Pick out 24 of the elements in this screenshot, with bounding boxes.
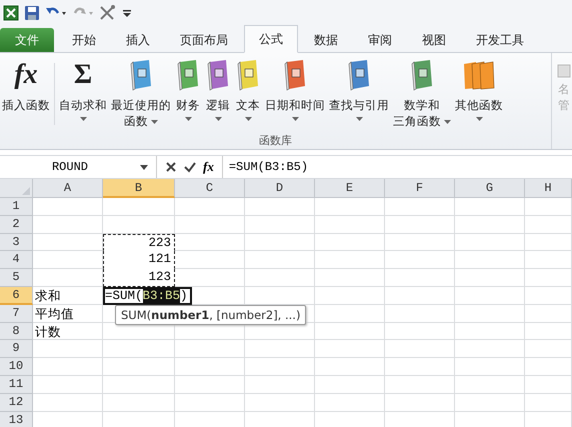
button-label: 三角函数 bbox=[393, 114, 441, 128]
cell-text: 223 bbox=[147, 234, 172, 250]
button-label: 日期和时间 bbox=[265, 98, 325, 112]
button-label: 自动求和 bbox=[59, 98, 107, 112]
button-label: 函数 bbox=[124, 114, 148, 128]
cell-text: 求和 bbox=[34, 286, 61, 304]
button-label: 插入函数 bbox=[2, 98, 50, 112]
cell-text: 123 bbox=[147, 269, 172, 286]
cell-text: 计数 bbox=[34, 322, 61, 340]
button-label: 文本 bbox=[236, 98, 260, 112]
function-tooltip: SUM(number1, [number2], ...) bbox=[115, 304, 306, 325]
button-label: 管 bbox=[558, 97, 570, 113]
button-label: 数学和 bbox=[404, 98, 440, 112]
function-glyph: fx bbox=[14, 59, 38, 91]
button-label: 名 bbox=[558, 81, 570, 97]
cell-text: 平均值 bbox=[34, 304, 74, 322]
button-label: 财务 bbox=[176, 98, 200, 112]
button-label: 逻辑 bbox=[206, 98, 230, 112]
function-glyph: Σ bbox=[74, 59, 92, 91]
button-label: 最近使用的 bbox=[111, 98, 171, 112]
button-label: 其他函数 bbox=[455, 98, 503, 112]
group-label: 函数库 bbox=[258, 133, 293, 149]
button-label: 查找与引用 bbox=[329, 98, 389, 112]
cell-text: 121 bbox=[147, 251, 172, 268]
